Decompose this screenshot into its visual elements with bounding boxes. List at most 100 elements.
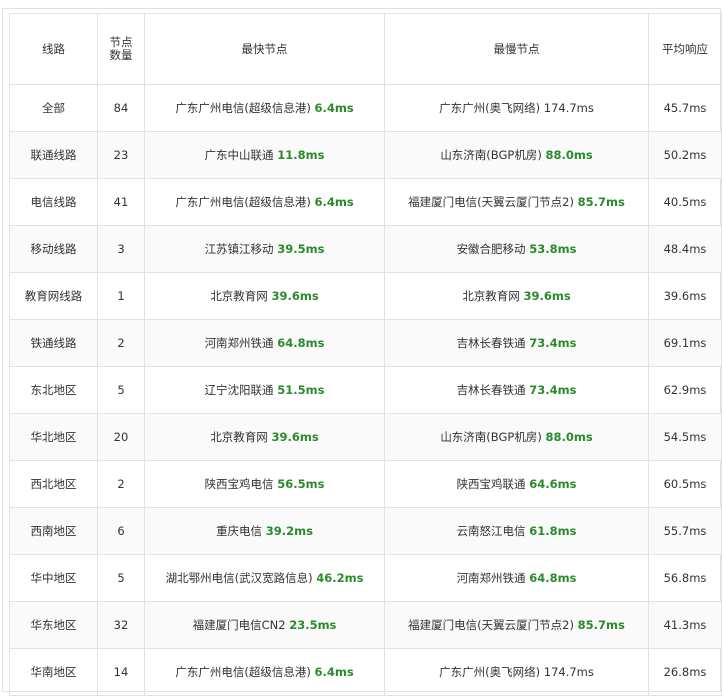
- table-row: 移动线路 3 江苏镇江移动 39.5ms 安徽合肥移动 53.8ms 48.4ms: [9, 225, 722, 273]
- route-label: 西北地区: [30, 477, 77, 491]
- slowest-node-latency: 85.7ms: [577, 618, 625, 632]
- node-count-cell: 2: [97, 319, 145, 367]
- route-cell: 电信线路: [9, 178, 98, 226]
- route-label: 全部: [42, 101, 65, 115]
- route-cell: 华东地区: [9, 601, 98, 649]
- fastest-node-name: 陕西宝鸡电信: [204, 477, 274, 491]
- fastest-node-latency: 6.4ms: [314, 665, 354, 679]
- slowest-node-latency: 53.8ms: [529, 242, 577, 256]
- slowest-node-name: 广东广州(奥飞网络): [439, 665, 541, 679]
- fastest-node-name: 重庆电信: [216, 524, 263, 538]
- route-label: 西南地区: [30, 524, 77, 538]
- slowest-node-cell: 云南怒江电信 61.8ms: [384, 507, 649, 555]
- fastest-node-name: 广东广州电信(超级信息港): [175, 101, 311, 115]
- fastest-node-latency: 51.5ms: [277, 383, 325, 397]
- route-cell: 全部: [9, 84, 98, 132]
- average-response-cell: 48.4ms: [648, 225, 722, 273]
- slowest-node-cell: 山东济南(BGP机房) 88.0ms: [384, 131, 649, 179]
- slowest-node-latency: 64.6ms: [529, 477, 577, 491]
- table-row: 华南地区 14 广东广州电信(超级信息港) 6.4ms 广东广州(奥飞网络) 174.…: [9, 648, 722, 696]
- average-response-cell: 41.3ms: [648, 601, 722, 649]
- route-label: 华东地区: [30, 618, 77, 632]
- fastest-node-name: 辽宁沈阳联通: [204, 383, 274, 397]
- fastest-node-latency: 23.5ms: [289, 618, 337, 632]
- average-response-cell: 45.7ms: [648, 84, 722, 132]
- fastest-node-cell: 陕西宝鸡电信 56.5ms: [144, 460, 385, 508]
- fastest-node-cell: 广东广州电信(超级信息港) 6.4ms: [144, 84, 385, 132]
- slowest-node-latency: 73.4ms: [529, 383, 577, 397]
- route-label: 电信线路: [30, 195, 77, 209]
- fastest-node-cell: 江苏镇江移动 39.5ms: [144, 225, 385, 273]
- slowest-node-name: 河南郑州铁通: [456, 571, 526, 585]
- fastest-node-name: 北京教育网: [210, 289, 268, 303]
- node-count-value: 5: [117, 571, 125, 585]
- route-label: 铁通线路: [30, 336, 77, 350]
- average-response-value: 62.9ms: [663, 383, 707, 397]
- node-count-value: 2: [117, 336, 125, 350]
- slowest-node-name: 安徽合肥移动: [456, 242, 526, 256]
- node-count-value: 84: [113, 101, 129, 115]
- fastest-node-name: 广东中山联通: [204, 148, 274, 162]
- slowest-node-name: 福建厦门电信(天翼云厦门节点2): [408, 618, 574, 632]
- slowest-node-latency: 88.0ms: [545, 148, 593, 162]
- table-row: 教育网线路 1 北京教育网 39.6ms 北京教育网 39.6ms 39.6ms: [9, 272, 722, 320]
- slowest-node-name: 吉林长春铁通: [456, 336, 526, 350]
- fastest-node-cell: 河南郑州铁通 64.8ms: [144, 319, 385, 367]
- route-cell: 华北地区: [9, 413, 98, 461]
- average-response-value: 45.7ms: [663, 101, 707, 115]
- node-count-cell: 84: [97, 84, 145, 132]
- average-response-cell: 54.5ms: [648, 413, 722, 461]
- node-count-value: 3: [117, 242, 125, 256]
- fastest-node-cell: 重庆电信 39.2ms: [144, 507, 385, 555]
- slowest-node-name: 广东广州(奥飞网络): [439, 101, 541, 115]
- route-cell: 教育网线路: [9, 272, 98, 320]
- node-count-value: 23: [113, 148, 129, 162]
- node-count-value: 1: [117, 289, 125, 303]
- route-label: 华南地区: [30, 665, 77, 679]
- average-response-value: 41.3ms: [663, 618, 707, 632]
- route-label: 移动线路: [30, 242, 77, 256]
- slowest-node-cell: 吉林长春铁通 73.4ms: [384, 366, 649, 414]
- fastest-node-latency: 64.8ms: [277, 336, 325, 350]
- slowest-node-latency: 88.0ms: [545, 430, 593, 444]
- fastest-node-latency: 39.6ms: [271, 430, 319, 444]
- slowest-node-cell: 吉林长春铁通 73.4ms: [384, 319, 649, 367]
- slowest-node-name: 福建厦门电信(天翼云厦门节点2): [408, 195, 574, 209]
- slowest-node-latency: 73.4ms: [529, 336, 577, 350]
- slowest-node-latency: 174.7ms: [543, 101, 594, 115]
- average-response-value: 56.8ms: [663, 571, 707, 585]
- header-fastest-node: 最快节点: [144, 13, 385, 85]
- table-row: 华中地区 5 湖北鄂州电信(武汉宽路信息) 46.2ms 河南郑州铁通 64.8ms 5…: [9, 554, 722, 602]
- route-cell: 铁通线路: [9, 319, 98, 367]
- table-row: 东北地区 5 辽宁沈阳联通 51.5ms 吉林长春铁通 73.4ms 62.9ms: [9, 366, 722, 414]
- slowest-node-latency: 64.8ms: [529, 571, 577, 585]
- route-label: 东北地区: [30, 383, 77, 397]
- table-row: 全部 84 广东广州电信(超级信息港) 6.4ms 广东广州(奥飞网络) 174.7m…: [9, 84, 722, 132]
- fastest-node-cell: 广东广州电信(超级信息港) 6.4ms: [144, 648, 385, 696]
- node-count-cell: 32: [97, 601, 145, 649]
- route-cell: 移动线路: [9, 225, 98, 273]
- node-count-cell: 2: [97, 460, 145, 508]
- slowest-node-latency: 39.6ms: [523, 289, 571, 303]
- node-count-cell: 6: [97, 507, 145, 555]
- route-label: 华北地区: [30, 430, 77, 444]
- fastest-node-name: 广东广州电信(超级信息港): [175, 665, 311, 679]
- average-response-cell: 39.6ms: [648, 272, 722, 320]
- table-row: 电信线路 41 广东广州电信(超级信息港) 6.4ms 福建厦门电信(天翼云厦门节点2…: [9, 178, 722, 226]
- route-cell: 东北地区: [9, 366, 98, 414]
- fastest-node-latency: 39.6ms: [271, 289, 319, 303]
- average-response-cell: 26.8ms: [648, 648, 722, 696]
- fastest-node-name: 北京教育网: [210, 430, 268, 444]
- route-cell: 西南地区: [9, 507, 98, 555]
- fastest-node-name: 福建厦门电信CN2: [192, 618, 286, 632]
- fastest-node-cell: 湖北鄂州电信(武汉宽路信息) 46.2ms: [144, 554, 385, 602]
- table-row: 铁通线路 2 河南郑州铁通 64.8ms 吉林长春铁通 73.4ms 69.1ms: [9, 319, 722, 367]
- node-count-value: 6: [117, 524, 125, 538]
- route-cell: 西北地区: [9, 460, 98, 508]
- header-row: 线路 节点数量 最快节点 最慢节点 平均响应: [9, 13, 722, 85]
- node-count-cell: 1: [97, 272, 145, 320]
- slowest-node-name: 北京教育网: [462, 289, 520, 303]
- header-average-response: 平均响应: [648, 13, 722, 85]
- latency-table-panel: 线路 节点数量 最快节点 最慢节点 平均响应 全部 84 广东广州电信(超级信息港)…: [2, 8, 722, 696]
- slowest-node-cell: 安徽合肥移动 53.8ms: [384, 225, 649, 273]
